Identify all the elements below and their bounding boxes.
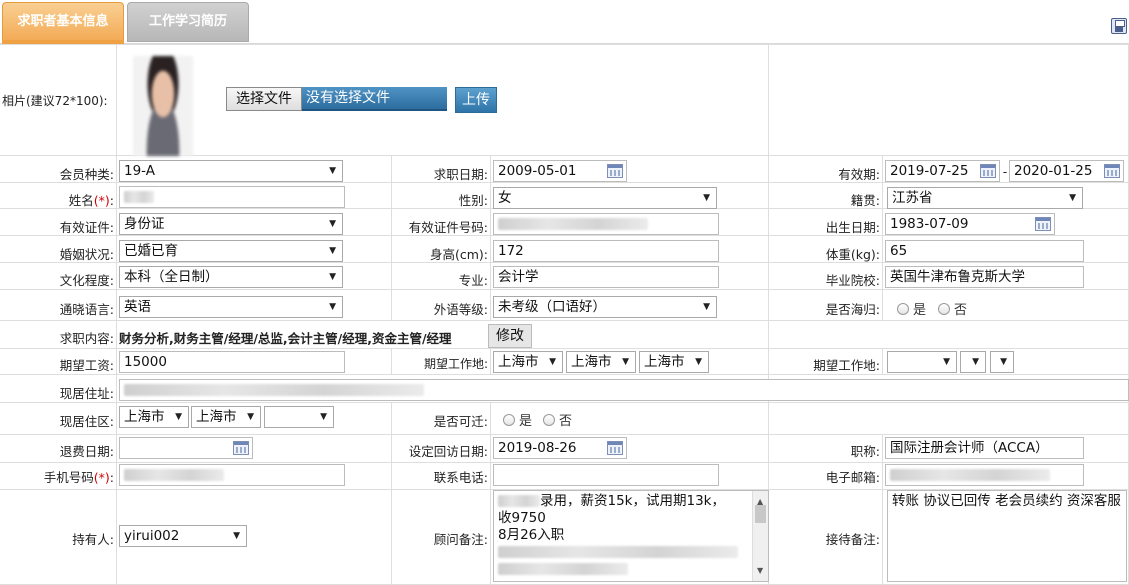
phone-input[interactable] bbox=[493, 464, 719, 486]
birth-input[interactable]: 1983-07-09 bbox=[885, 213, 1055, 235]
height-input[interactable]: 172 bbox=[493, 240, 719, 262]
major-label: 专业: bbox=[458, 273, 488, 288]
advisor-note-label: 顾问备注: bbox=[433, 532, 488, 547]
id-type-select[interactable]: 身份证 ▼ bbox=[119, 213, 343, 235]
valid-period-label: 有效期: bbox=[838, 167, 880, 182]
major-input[interactable]: 会计学 bbox=[493, 266, 719, 288]
id-number-label: 有效证件号码: bbox=[408, 220, 488, 235]
calendar-icon[interactable] bbox=[607, 441, 623, 455]
language-label: 通晓语言: bbox=[59, 302, 114, 317]
work-place-label: 期望工作地: bbox=[423, 357, 488, 371]
weight-label: 体重(kg): bbox=[825, 247, 880, 262]
relocate-yes-radio[interactable]: 是 bbox=[503, 410, 532, 429]
calendar-icon[interactable] bbox=[233, 441, 249, 455]
advisor-note-textarea[interactable]: 录用，薪资15k，试用期13k， 收9750 8月26入职 ▲ ▼ bbox=[493, 490, 769, 582]
valid-from-input[interactable]: 2019-07-25 bbox=[885, 160, 1000, 182]
lang-level-label: 外语等级: bbox=[433, 302, 488, 317]
education-select[interactable]: 本科（全日制） ▼ bbox=[119, 266, 343, 288]
title-label: 职称: bbox=[850, 444, 880, 459]
save-icon[interactable] bbox=[1111, 18, 1127, 34]
tab-work-history[interactable]: 工作学习简历 bbox=[127, 2, 249, 42]
district-select-1[interactable]: 上海市 ▼ bbox=[119, 406, 189, 428]
valid-to-input[interactable]: 2020-01-25 bbox=[1009, 160, 1124, 182]
photo-label: 相片(建议72*100): bbox=[2, 94, 108, 108]
job-date-input[interactable]: 2009-05-01 bbox=[493, 160, 627, 182]
reception-note-textarea[interactable]: 转账 协议已回传 老会员续约 资深客服 bbox=[887, 490, 1127, 582]
title-input[interactable]: 国际注册会计师（ACCA） bbox=[885, 437, 1084, 459]
weight-input[interactable]: 65 bbox=[885, 240, 1084, 262]
relocate-label: 是否可迁: bbox=[433, 414, 488, 429]
id-type-label: 有效证件: bbox=[59, 220, 114, 235]
radio-icon[interactable] bbox=[897, 303, 909, 315]
height-label: 身高(cm): bbox=[429, 247, 488, 262]
member-type-select[interactable]: 19-A ▼ bbox=[119, 160, 343, 182]
calendar-icon[interactable] bbox=[980, 164, 996, 178]
reception-note-label: 接待备注: bbox=[825, 532, 880, 547]
radio-icon[interactable] bbox=[543, 414, 555, 426]
marital-select[interactable]: 已婚已育 ▼ bbox=[119, 240, 343, 262]
returnee-no-radio[interactable]: 否 bbox=[938, 299, 967, 318]
job-content-value: 财务分析,财务主管/经理/总监,会计主管/经理,资金主管/经理 bbox=[119, 331, 452, 346]
birth-label: 出生日期: bbox=[825, 220, 880, 235]
salary-input[interactable]: 15000 bbox=[119, 351, 345, 373]
name-input[interactable] bbox=[119, 186, 345, 208]
name-label: 姓名(*): bbox=[68, 193, 114, 208]
job-date-label: 求职日期: bbox=[433, 167, 488, 182]
mobile-input[interactable] bbox=[119, 464, 345, 486]
id-number-input[interactable] bbox=[493, 213, 719, 235]
returnee-label: 是否海归: bbox=[825, 302, 880, 317]
job-content-label: 求职内容: bbox=[59, 331, 114, 346]
work-place-select-4[interactable]: ▼ bbox=[887, 351, 957, 373]
gender-select[interactable]: 女 ▼ bbox=[493, 187, 717, 209]
holder-select[interactable]: yirui002 ▼ bbox=[119, 525, 247, 547]
calendar-icon[interactable] bbox=[607, 164, 623, 178]
calendar-icon[interactable] bbox=[1035, 217, 1051, 231]
work-place-select-1[interactable]: 上海市 ▼ bbox=[493, 351, 563, 373]
marital-label: 婚姻状况: bbox=[59, 247, 114, 262]
file-status: 没有选择文件 bbox=[302, 87, 447, 111]
email-label: 电子邮箱: bbox=[825, 470, 880, 485]
callback-date-label: 设定回访日期: bbox=[408, 444, 488, 459]
mobile-label: 手机号码(*): bbox=[43, 470, 114, 485]
holder-label: 持有人: bbox=[72, 532, 114, 547]
work-place-select-2[interactable]: 上海市 ▼ bbox=[566, 351, 636, 373]
email-input[interactable] bbox=[885, 464, 1084, 486]
work-place-select-6[interactable]: ▼ bbox=[990, 351, 1014, 373]
refund-date-label: 退费日期: bbox=[59, 444, 114, 459]
choose-file-button[interactable]: 选择文件 bbox=[226, 87, 302, 111]
school-label: 毕业院校: bbox=[825, 273, 880, 288]
gender-label: 性别: bbox=[458, 193, 488, 208]
district-label: 现居住区: bbox=[59, 414, 114, 429]
district-select-2[interactable]: 上海市 ▼ bbox=[191, 406, 261, 428]
returnee-yes-radio[interactable]: 是 bbox=[897, 299, 926, 318]
upload-button[interactable]: 上传 bbox=[455, 87, 497, 113]
advisor-note-scrollbar[interactable]: ▲ ▼ bbox=[752, 491, 768, 581]
lang-level-select[interactable]: 未考级（口语好） ▼ bbox=[493, 296, 717, 318]
education-label: 文化程度: bbox=[59, 273, 114, 288]
phone-label: 联系电话: bbox=[433, 470, 488, 485]
district-select-3[interactable]: ▼ bbox=[264, 406, 334, 428]
tab-bar: 求职者基本信息 工作学习简历 bbox=[0, 0, 1129, 44]
radio-icon[interactable] bbox=[938, 303, 950, 315]
radio-icon[interactable] bbox=[503, 414, 515, 426]
language-select[interactable]: 英语 ▼ bbox=[119, 296, 343, 318]
calendar-icon[interactable] bbox=[1104, 164, 1120, 178]
member-type-label: 会员种类: bbox=[59, 167, 114, 182]
profile-photo bbox=[133, 56, 193, 156]
address-label: 现居住址: bbox=[59, 386, 114, 401]
work-place-select-5[interactable]: ▼ bbox=[960, 351, 986, 373]
modify-button[interactable]: 修改 bbox=[488, 324, 532, 348]
salary-label: 期望工资: bbox=[59, 358, 114, 373]
address-input[interactable] bbox=[119, 379, 1129, 401]
work-place-label-2: 期望工作地: bbox=[813, 358, 880, 373]
tab-basic-info[interactable]: 求职者基本信息 bbox=[2, 2, 124, 44]
work-place-select-3[interactable]: 上海市 ▼ bbox=[639, 351, 709, 373]
refund-date-input[interactable] bbox=[119, 437, 253, 459]
school-input[interactable]: 英国牛津布鲁克斯大学 bbox=[885, 266, 1084, 288]
origin-label: 籍贯: bbox=[850, 193, 880, 208]
relocate-no-radio[interactable]: 否 bbox=[543, 410, 572, 429]
callback-date-input[interactable]: 2019-08-26 bbox=[493, 437, 627, 459]
origin-select[interactable]: 江苏省 ▼ bbox=[887, 187, 1083, 209]
dropdown-arrow-icon: ▼ bbox=[329, 166, 336, 176]
